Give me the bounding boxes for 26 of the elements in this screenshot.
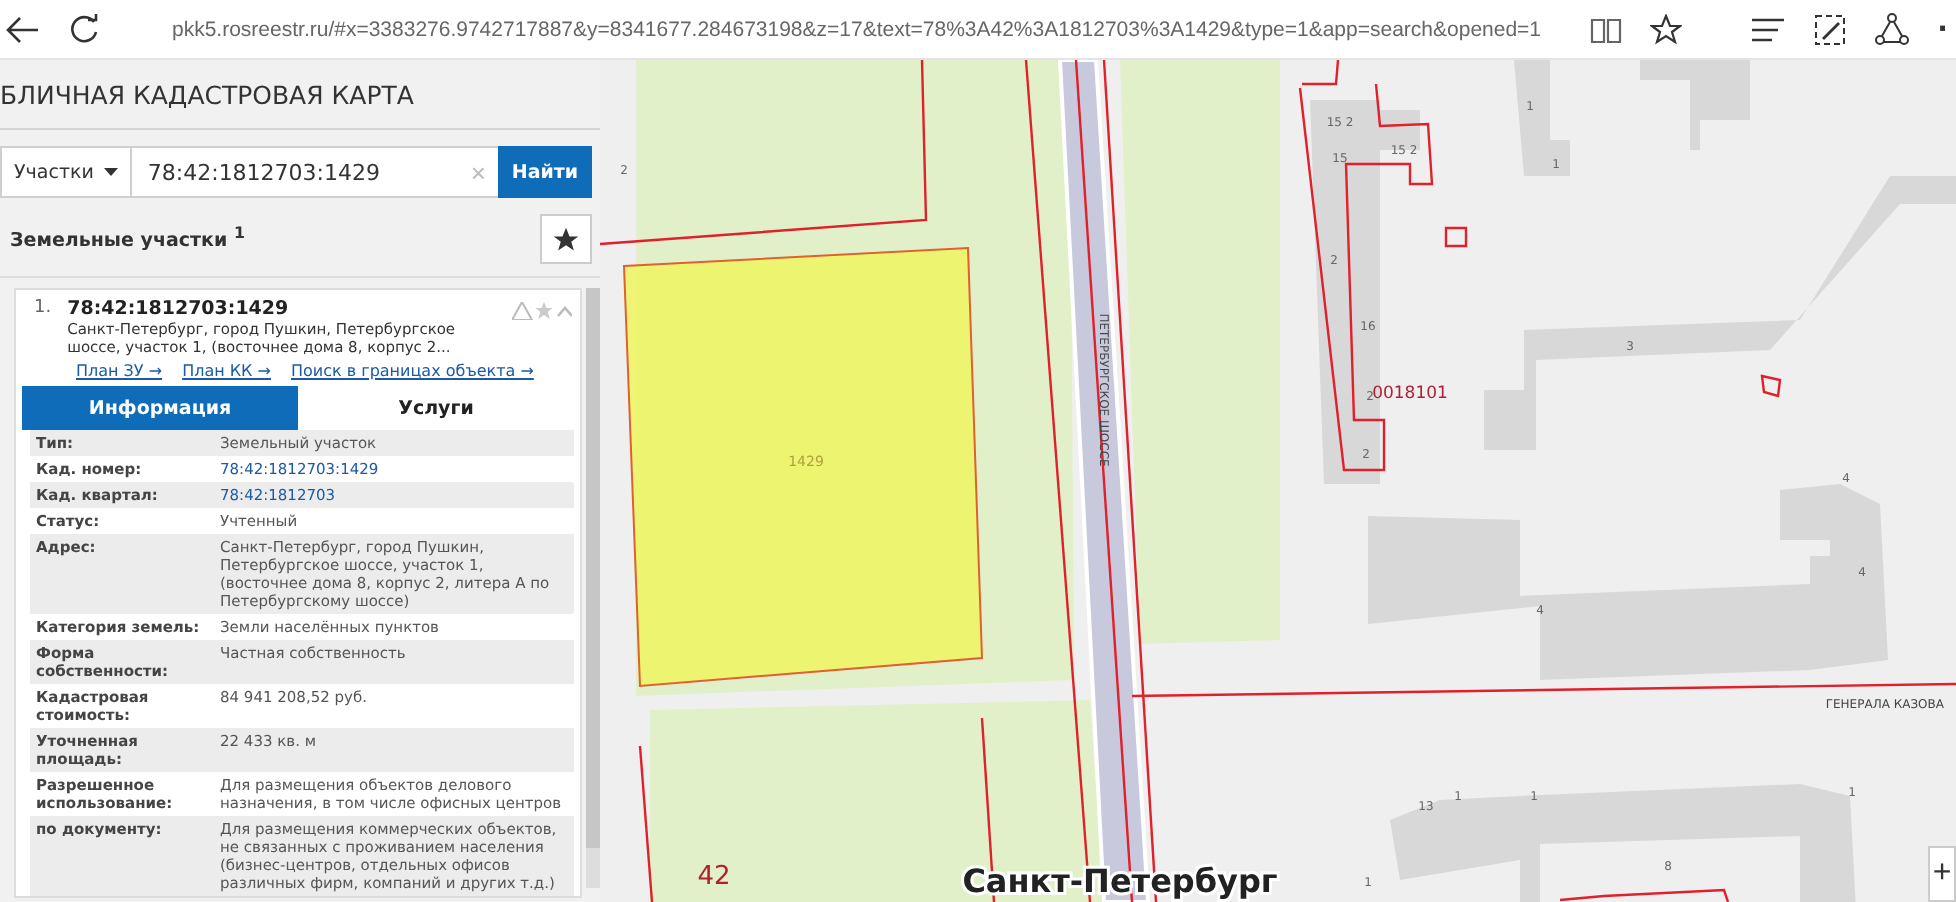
caret-icon[interactable]	[103, 168, 118, 176]
block-number: 42	[697, 862, 731, 892]
zoom-in-button[interactable]: +	[1928, 846, 1956, 902]
favorite-button[interactable]	[540, 214, 592, 264]
result-index: 1.	[34, 298, 52, 322]
refresh-icon[interactable]	[68, 13, 100, 45]
search-field[interactable]: 78:42:1812703:1429	[131, 146, 459, 198]
link[interactable]: План ЗУ →	[76, 362, 163, 380]
quarter-number: 0018101	[1372, 384, 1448, 404]
back-icon[interactable]	[4, 15, 40, 43]
results-heading: Земельные участки $^{1}$	[10, 224, 245, 254]
link[interactable]: План КК →	[182, 362, 271, 380]
star-icon	[552, 225, 580, 253]
link[interactable]: Поиск в границах объекта →	[290, 362, 534, 380]
app-title: БЛИЧНАЯ КАДАСТРОВАЯ КАРТА	[0, 60, 600, 130]
scrollbar[interactable]	[586, 288, 600, 888]
pen-icon[interactable]	[1813, 13, 1846, 45]
menu-icon[interactable]	[1749, 17, 1786, 41]
search-button[interactable]: Найти	[498, 146, 592, 198]
cadastral-number: 78:42:1812703:1429	[67, 298, 291, 320]
category-dropdown[interactable]: Участки	[0, 146, 132, 198]
star-icon[interactable]	[1649, 13, 1682, 45]
share-icon[interactable]	[1873, 11, 1910, 47]
address-bar[interactable]: pkk5.rosreestr.ru/#x=3383276.9742717887&y=8341677.284673198&z=17&text=78%3A42%3A1812703%3A1429&type=1&app=search&opened=1	[172, 17, 1562, 41]
more-button[interactable]: ·	[1937, 13, 1948, 45]
tab[interactable]: Информация	[22, 386, 298, 430]
